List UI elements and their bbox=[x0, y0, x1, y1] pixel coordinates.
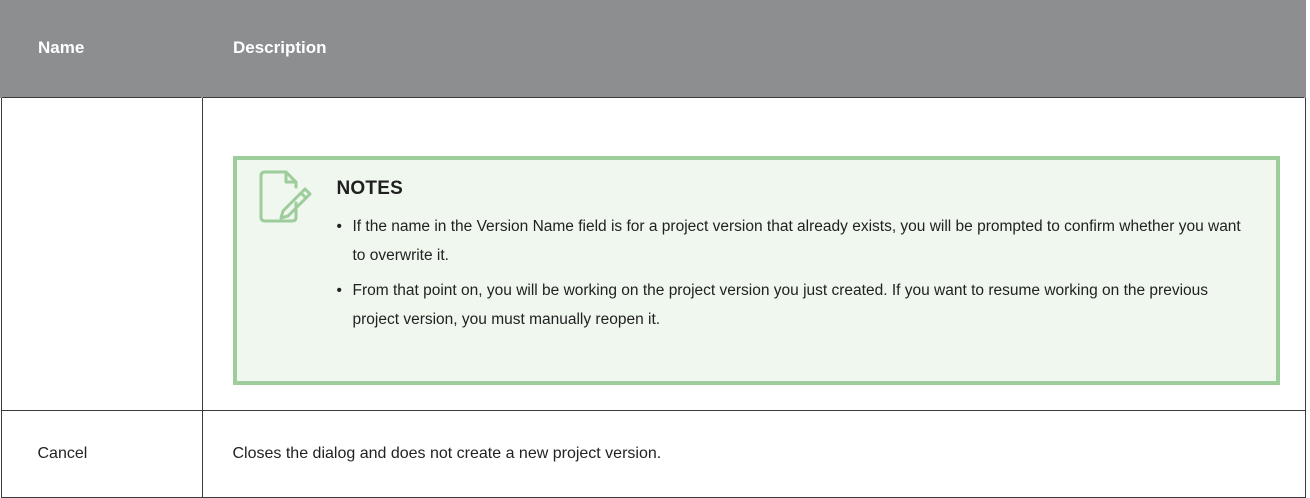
note-edit-icon bbox=[259, 170, 311, 222]
parameters-table: Name Description NOTES • If the name in … bbox=[0, 0, 1306, 498]
description-cell: Closes the dialog and does not create a … bbox=[201, 409, 1306, 498]
notes-callout: NOTES • If the name in the Version Name f… bbox=[232, 155, 1280, 385]
note-text: From that point on, you will be working … bbox=[352, 281, 1209, 328]
header-name: Name bbox=[0, 0, 203, 97]
name-cell: Cancel bbox=[0, 409, 203, 498]
bullet-icon: • bbox=[336, 281, 342, 299]
list-item: • If the name in the Version Name field i… bbox=[337, 212, 1254, 270]
notes-list: • If the name in the Version Name field i… bbox=[337, 212, 1254, 340]
list-item: • From that point on, you will be working… bbox=[337, 276, 1254, 334]
table-row: NOTES • If the name in the Version Name f… bbox=[0, 96, 1306, 411]
table-header-row: Name Description bbox=[0, 0, 1306, 97]
table-row: Cancel Closes the dialog and does not cr… bbox=[0, 409, 1306, 498]
bullet-icon: • bbox=[336, 217, 342, 235]
notes-title: NOTES bbox=[336, 177, 403, 199]
description-cell: NOTES • If the name in the Version Name f… bbox=[201, 96, 1306, 411]
header-description: Description bbox=[201, 0, 1306, 97]
note-text: If the name in the Version Name field is… bbox=[352, 217, 1241, 264]
name-cell bbox=[0, 96, 203, 411]
